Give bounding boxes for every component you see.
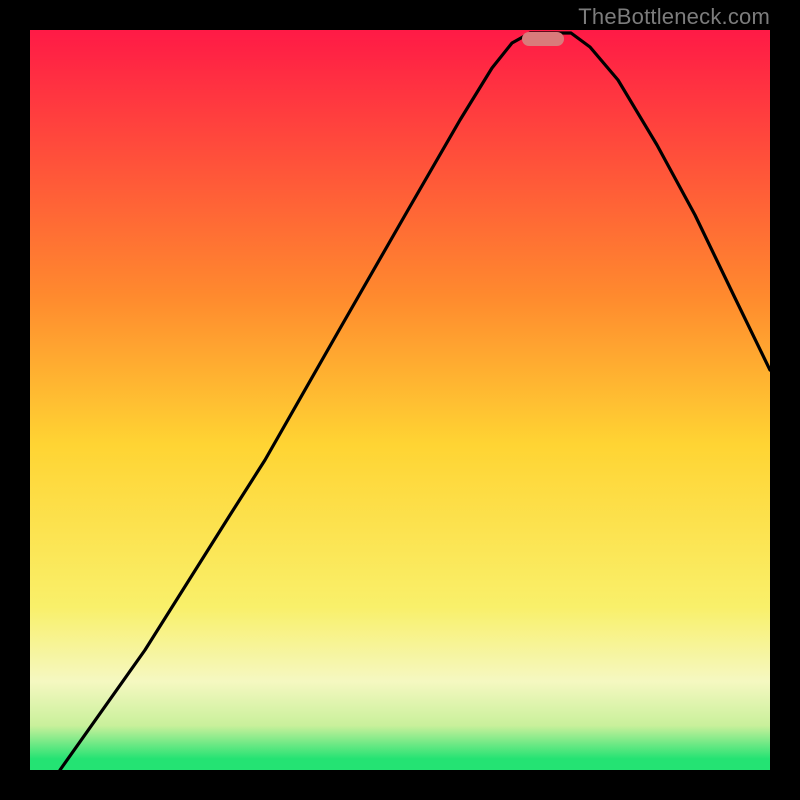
chart-frame: TheBottleneck.com [0,0,800,800]
optimal-marker [522,32,564,46]
watermark-text: TheBottleneck.com [578,4,770,30]
plot-area [30,30,770,770]
bottleneck-curve [30,30,770,770]
